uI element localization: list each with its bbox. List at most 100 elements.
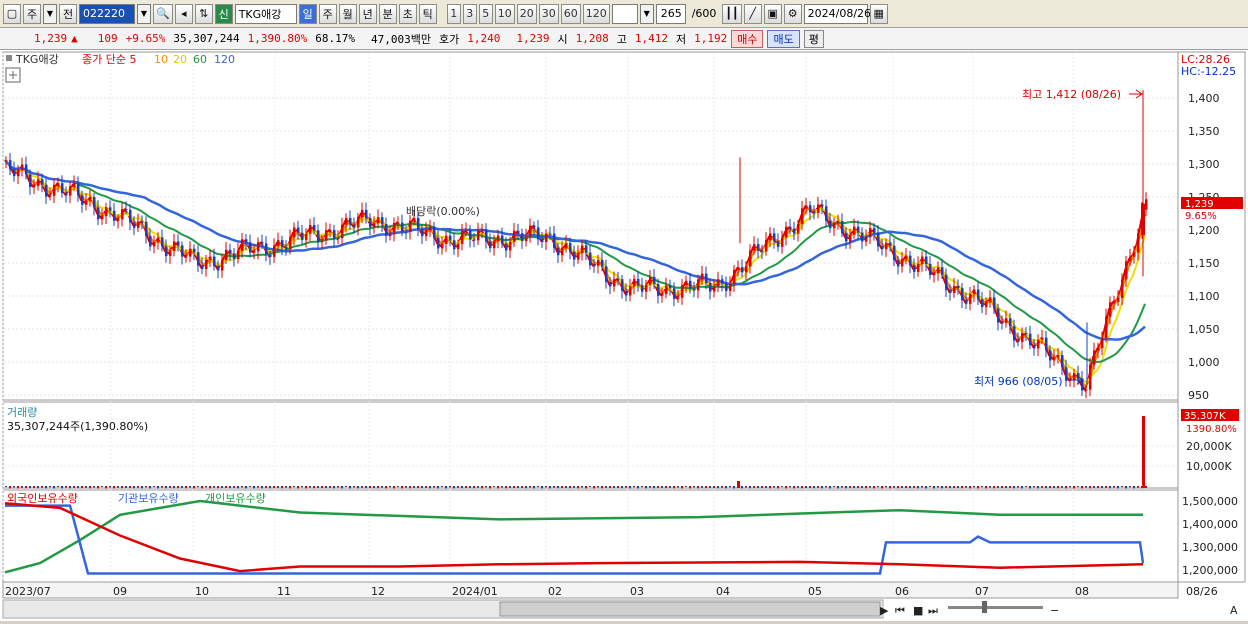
volume-bar: [109, 486, 111, 488]
candle-body: [157, 237, 160, 242]
count-input[interactable]: 265: [655, 3, 686, 24]
candle-body: [965, 300, 968, 304]
candle-body: [145, 221, 148, 236]
buy-button[interactable]: 매수: [731, 29, 764, 48]
candle-body: [793, 228, 796, 234]
volume-bar: [725, 486, 727, 489]
candle-body: [957, 286, 960, 288]
stock-code-input[interactable]: 022220: [79, 3, 135, 24]
volume-bar: [233, 486, 235, 488]
sound-icon[interactable]: ◂: [174, 3, 193, 24]
zoom-slider[interactable]: [948, 606, 1043, 609]
volume-bar: [857, 486, 859, 489]
volume-bar: [953, 486, 955, 489]
current-price-tag-text: 1,239: [1185, 199, 1214, 210]
zoom-out-icon[interactable]: −: [1050, 604, 1059, 617]
volume-bar: [649, 486, 651, 488]
volume-bar: [449, 486, 451, 488]
code-dropdown-icon[interactable]: ▼: [137, 3, 151, 24]
market-select[interactable]: 주: [23, 3, 41, 24]
window-icon[interactable]: ▢: [3, 3, 21, 24]
volume-bar: [761, 486, 763, 489]
volume-bar: [709, 486, 711, 489]
candle-body: [773, 233, 776, 242]
x-tick-label: 06: [895, 585, 909, 598]
interval-60[interactable]: 60: [560, 3, 581, 24]
candle-body: [997, 308, 1000, 323]
volume-bar: [121, 486, 123, 489]
candle-body: [1001, 322, 1004, 324]
interval-120[interactable]: 120: [582, 3, 610, 24]
interval-dropdown-icon[interactable]: ▼: [639, 3, 654, 24]
calendar-icon[interactable]: ▦: [869, 3, 888, 24]
volume-bar: [141, 486, 143, 489]
candle-body: [429, 226, 432, 231]
scroll-right-icon[interactable]: ▶: [880, 604, 889, 617]
period-weekly[interactable]: 주: [318, 3, 337, 24]
candle-type-icon[interactable]: ┃┃: [722, 3, 742, 24]
candle-body: [925, 256, 928, 265]
volume-bar: [1041, 486, 1043, 488]
volume-bar: [1049, 486, 1051, 489]
volume-bar: [569, 486, 571, 489]
candle-body: [477, 230, 480, 241]
price-tick-label: 1,100: [1188, 290, 1220, 303]
up-arrow-icon: ▲: [71, 32, 78, 45]
candle-body: [149, 235, 152, 247]
settings-icon[interactable]: ⚙: [783, 3, 802, 24]
volume-bar: [869, 486, 871, 488]
scroll-first-icon[interactable]: ⏮: [895, 604, 905, 617]
candle-body: [273, 245, 276, 257]
interval-input[interactable]: [611, 3, 638, 24]
candle-body: [65, 192, 68, 196]
period-minute[interactable]: 분: [378, 3, 397, 24]
volume-bar: [205, 486, 207, 488]
interval-20[interactable]: 20: [516, 3, 537, 24]
volume-bar: [173, 486, 175, 489]
period-yearly[interactable]: 년: [358, 3, 377, 24]
candle-body: [369, 217, 372, 228]
arrows-icon[interactable]: ⇅: [194, 3, 213, 24]
volume-bar: [621, 486, 623, 489]
candle-body: [193, 248, 196, 253]
volume-bar: [701, 486, 703, 488]
draw-tool-icon[interactable]: ╱: [743, 3, 762, 24]
interval-1[interactable]: 1: [446, 3, 461, 24]
chart-svg[interactable]: 1,4001,3501,3001,2501,2001,1501,1001,050…: [0, 50, 1248, 621]
volume-bar: [1105, 486, 1107, 488]
save-icon[interactable]: ▣: [763, 3, 782, 24]
scroll-controls[interactable]: ▶ ⏮ ■ ⏭ − A: [880, 604, 1238, 617]
scroll-last-icon[interactable]: ⏭: [928, 604, 938, 617]
volume-bar: [429, 486, 431, 489]
interval-3[interactable]: 3: [462, 3, 477, 24]
chart-area[interactable]: 1,4001,3501,3001,2501,2001,1501,1001,050…: [0, 50, 1248, 621]
average-button[interactable]: 평: [803, 29, 824, 48]
stop-icon[interactable]: ■: [913, 604, 923, 617]
zoom-slider-handle[interactable]: [982, 601, 987, 613]
period-daily[interactable]: 일: [298, 3, 317, 24]
volume-bar: [405, 486, 407, 488]
period-tick[interactable]: 틱: [418, 3, 437, 24]
volume-bar: [377, 486, 379, 489]
font-icon[interactable]: A: [1230, 604, 1238, 617]
volume-bar: [949, 486, 951, 489]
interval-30[interactable]: 30: [538, 3, 559, 24]
period-monthly[interactable]: 월: [338, 3, 357, 24]
market-dropdown-icon[interactable]: ▼: [43, 3, 57, 24]
interval-10[interactable]: 10: [494, 3, 515, 24]
scrollbar-thumb[interactable]: [499, 601, 881, 617]
volume-bar: [1117, 486, 1119, 489]
sell-button[interactable]: 매도: [767, 29, 800, 48]
volume-bar: [357, 486, 359, 489]
volume-bar: [817, 486, 819, 488]
candle-body: [937, 267, 940, 274]
volume-bar: [117, 486, 119, 488]
search-icon[interactable]: 🔍: [153, 3, 173, 24]
date-input[interactable]: 2024/08/26: [803, 3, 871, 24]
candle-body: [853, 226, 856, 235]
volume-bar: [317, 486, 319, 488]
prev-button[interactable]: 전: [59, 3, 77, 24]
interval-5[interactable]: 5: [478, 3, 493, 24]
candle-body: [985, 301, 988, 308]
period-second[interactable]: 초: [398, 3, 417, 24]
